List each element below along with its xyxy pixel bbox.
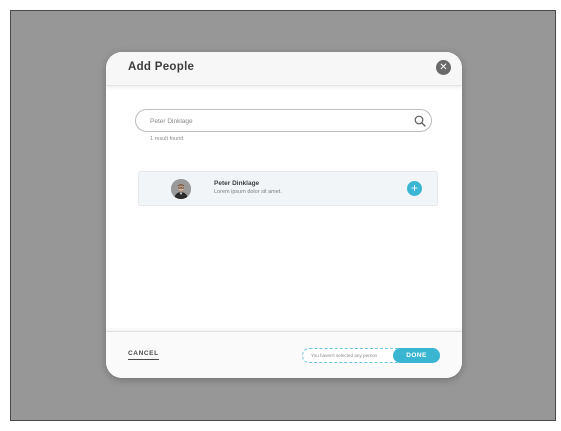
- add-people-dialog: Add People ✕ 1 result found Peter Dink: [106, 52, 462, 378]
- add-person-button[interactable]: +: [407, 181, 422, 196]
- cancel-button[interactable]: CANCEL: [128, 350, 159, 360]
- avatar: [171, 179, 191, 199]
- dialog-header: Add People ✕: [106, 52, 462, 86]
- search-field[interactable]: [135, 109, 432, 132]
- dialog-title: Add People: [128, 61, 195, 73]
- person-description: Lorem ipsum dolor sit amet.: [214, 189, 282, 195]
- list-item[interactable]: Peter Dinklage Lorem ipsum dolor sit ame…: [138, 171, 438, 206]
- selection-status: You haven't selected any person: [311, 353, 378, 358]
- search-icon[interactable]: [414, 115, 426, 127]
- result-count: 1 result found: [150, 136, 184, 142]
- person-photo-icon: [171, 179, 191, 199]
- person-name: Peter Dinklage: [214, 180, 260, 187]
- close-button[interactable]: ✕: [436, 60, 451, 75]
- plus-icon: +: [410, 181, 418, 195]
- selection-summary: You haven't selected any person DONE: [302, 348, 440, 363]
- close-icon: ✕: [439, 62, 448, 73]
- done-button[interactable]: DONE: [393, 348, 440, 363]
- dialog-footer: CANCEL You haven't selected any person D…: [106, 331, 462, 378]
- search-input[interactable]: [150, 114, 400, 128]
